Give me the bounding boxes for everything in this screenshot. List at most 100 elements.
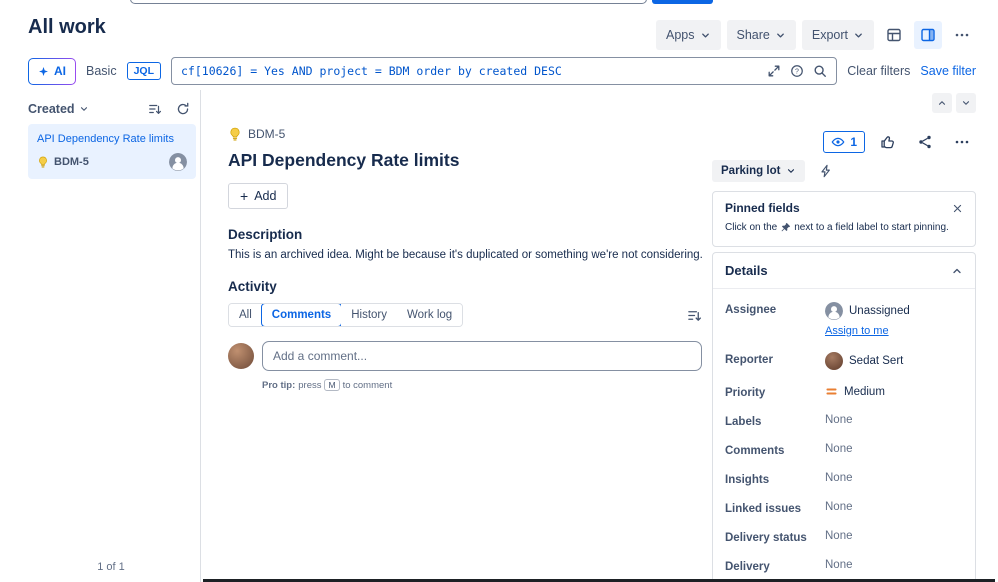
priority-value[interactable]: Medium — [825, 385, 885, 398]
jql-input[interactable]: cf[10626] = Yes AND project = BDM order … — [171, 57, 838, 85]
apps-button[interactable]: Apps — [656, 20, 721, 50]
panel-collapse-controls — [932, 93, 976, 113]
field-row-delivery-status: Delivery status None — [725, 530, 963, 544]
chevron-down-icon — [79, 104, 89, 114]
global-search-input[interactable] — [130, 0, 647, 4]
export-button-label: Export — [811, 28, 848, 42]
share-button[interactable]: Share — [726, 20, 796, 50]
assignee-avatar-icon — [169, 153, 187, 171]
global-search-button[interactable] — [652, 0, 713, 4]
reporter-value[interactable]: Sedat Sert — [825, 352, 903, 370]
comment-input[interactable] — [262, 341, 702, 371]
reporter-avatar — [825, 352, 843, 370]
sort-by-label: Created — [28, 102, 75, 116]
clear-filters-button[interactable]: Clear filters — [847, 64, 910, 78]
description-body[interactable]: This is an archived idea. Might be becau… — [228, 249, 703, 261]
sort-direction-button[interactable] — [144, 98, 166, 120]
issue-list-item[interactable]: API Dependency Rate limits BDM-5 — [28, 124, 196, 179]
status-dropdown[interactable]: Parking lot — [712, 160, 806, 182]
tab-comments[interactable]: Comments — [260, 304, 343, 326]
syntax-help-button[interactable]: ? — [790, 64, 804, 78]
labels-value[interactable]: None — [825, 414, 853, 426]
description-heading: Description — [228, 227, 303, 242]
field-label: Linked issues — [725, 503, 802, 515]
field-row-comments: Comments None — [725, 443, 963, 457]
assignee-value[interactable]: Unassigned — [825, 302, 910, 320]
details-panel-toggle-button[interactable] — [914, 21, 942, 49]
field-label: Priority — [725, 387, 766, 399]
details-header[interactable]: Details — [713, 253, 975, 289]
status-row: Parking lot — [712, 158, 839, 184]
field-row-linked-issues: Linked issues None — [725, 501, 963, 515]
close-pinned-fields-button[interactable] — [952, 203, 963, 214]
eye-icon — [831, 135, 845, 149]
more-actions-button[interactable] — [948, 21, 976, 49]
sidebar-right-icon — [920, 27, 936, 43]
list-panel-divider — [200, 90, 201, 582]
jql-input-icons: ? — [767, 64, 827, 78]
field-row-insights: Insights None — [725, 472, 963, 486]
details-title: Details — [725, 263, 768, 278]
field-label: Delivery — [725, 561, 770, 573]
expand-editor-button[interactable] — [767, 64, 781, 78]
field-row-assignee: Assignee Unassigned Assign to me — [725, 302, 963, 337]
pagination: 1 of 1 — [97, 561, 125, 573]
tab-worklog[interactable]: Work log — [397, 304, 463, 326]
field-label: Delivery status — [725, 532, 807, 544]
collapse-down-button[interactable] — [956, 93, 976, 113]
reporter-name: Sedat Sert — [849, 355, 904, 367]
field-label: Assignee — [725, 304, 777, 316]
header-actions: Apps Share Export — [656, 20, 976, 50]
pin-icon — [780, 222, 791, 233]
list-panel-header: Created — [28, 98, 194, 120]
sort-by-dropdown[interactable]: Created — [28, 102, 89, 116]
issue-key: BDM-5 — [248, 127, 286, 141]
issue-more-button[interactable] — [948, 128, 976, 156]
watch-button[interactable]: 1 — [823, 131, 865, 153]
basic-mode-button[interactable]: Basic — [86, 64, 117, 78]
field-row-reporter: Reporter Sedat Sert — [725, 352, 963, 370]
export-button[interactable]: Export — [801, 20, 874, 50]
ai-button[interactable]: AI — [28, 58, 76, 85]
comments-value[interactable]: None — [825, 443, 853, 455]
comment-pro-tip: Pro tip: press M to comment — [262, 379, 702, 391]
page-title: All work — [28, 16, 106, 38]
assign-to-me-link[interactable]: Assign to me — [825, 325, 910, 337]
add-button-label: Add — [254, 189, 277, 203]
sort-icon — [148, 102, 162, 116]
unassigned-avatar-icon — [825, 302, 843, 320]
pinned-fields-panel: Pinned fields Click on the next to a fie… — [712, 191, 976, 247]
share-issue-button[interactable] — [911, 128, 939, 156]
lightning-icon — [819, 164, 833, 178]
refresh-button[interactable] — [172, 98, 194, 120]
tab-history[interactable]: History — [341, 304, 397, 326]
pinned-hint-prefix: Click on the — [725, 222, 778, 233]
insights-value[interactable]: None — [825, 472, 853, 484]
add-button[interactable]: + Add — [228, 183, 289, 209]
save-filter-button[interactable]: Save filter — [920, 64, 976, 78]
activity-sort-button[interactable] — [687, 308, 702, 323]
table-icon — [886, 27, 902, 43]
pinned-fields-hint: Click on the next to a field label to st… — [725, 222, 963, 233]
like-button[interactable] — [874, 128, 902, 156]
delivery-value[interactable]: None — [825, 559, 853, 571]
delivery-status-value[interactable]: None — [825, 530, 853, 542]
ai-sparkle-icon — [38, 66, 49, 77]
chevron-up-icon — [951, 265, 963, 277]
filter-bar: AI Basic JQL cf[10626] = Yes AND project… — [28, 56, 976, 86]
chevron-down-icon — [775, 30, 786, 41]
table-view-button[interactable] — [880, 21, 908, 49]
chevron-down-icon — [786, 166, 796, 176]
collapse-up-button[interactable] — [932, 93, 952, 113]
automation-button[interactable] — [813, 158, 839, 184]
search-icon-button[interactable] — [813, 64, 827, 78]
status-label: Parking lot — [721, 165, 781, 177]
linked-issues-value[interactable]: None — [825, 501, 853, 513]
breadcrumb[interactable]: BDM-5 — [228, 127, 702, 141]
assignee-name: Unassigned — [849, 305, 910, 317]
field-label: Reporter — [725, 354, 773, 366]
issue-list-item-key: BDM-5 — [54, 156, 89, 168]
tab-all[interactable]: All — [229, 304, 262, 326]
ai-button-label: AI — [54, 64, 66, 78]
issue-actions: 1 — [823, 128, 976, 156]
